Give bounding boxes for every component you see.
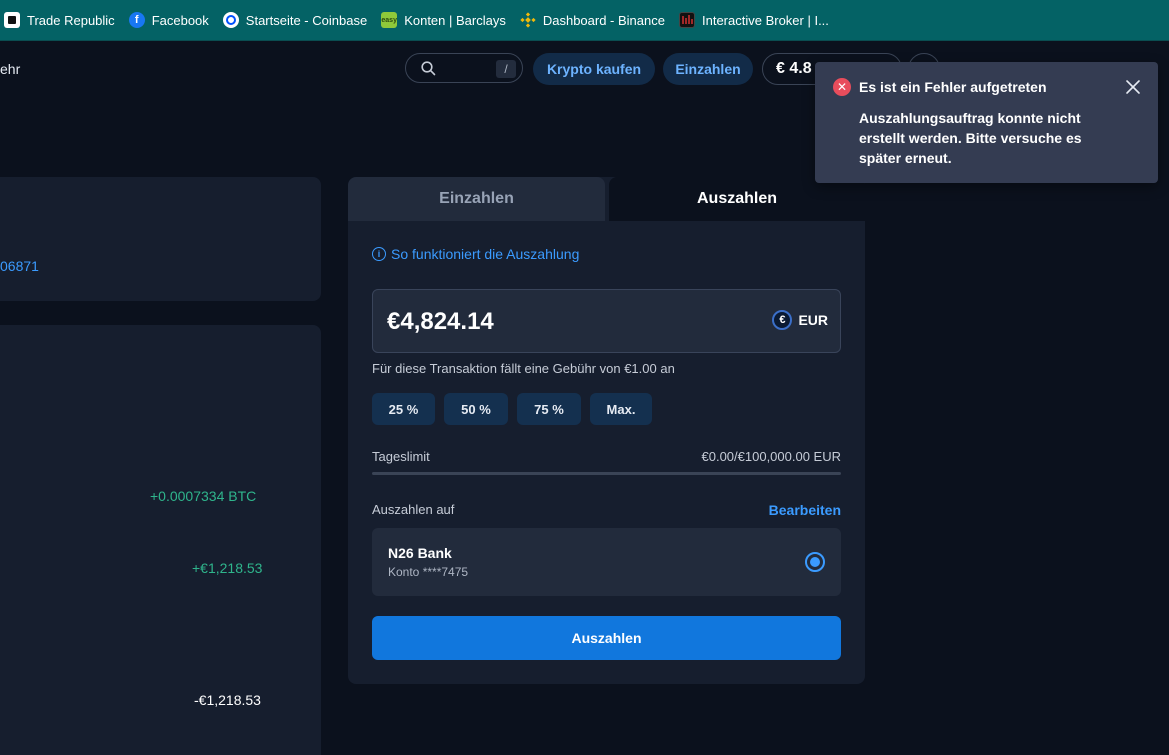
bookmark-barclays[interactable]: easy Konten | Barclays <box>375 0 514 40</box>
fee-note: Für diese Transaktion fällt eine Gebühr … <box>372 361 675 376</box>
bookmark-trade-republic[interactable]: Trade Republic <box>0 0 123 40</box>
bookmarks-bar: Trade Republic f Facebook Startseite - C… <box>0 0 1169 41</box>
btc-change-value: +0.0007334 BTC <box>150 488 257 504</box>
bank-account-number: Konto ****7475 <box>388 565 469 579</box>
account-id-link[interactable]: 06871 <box>0 258 39 274</box>
error-toast: ✕ Es ist ein Fehler aufgetreten Auszahlu… <box>815 62 1158 183</box>
toast-title: Es ist ein Fehler aufgetreten <box>859 79 1047 95</box>
edit-button[interactable]: Bearbeiten <box>769 502 841 518</box>
search-input[interactable]: / <box>405 53 523 83</box>
close-icon[interactable] <box>1124 78 1142 96</box>
bank-name: N26 Bank <box>388 545 452 561</box>
currency-label: EUR <box>798 312 828 328</box>
coinbase-icon <box>222 12 239 28</box>
account-panel <box>0 177 321 301</box>
info-icon: i <box>372 247 386 261</box>
amount-input[interactable]: €4,824.14 € EUR <box>372 289 841 353</box>
withdraw-card: Einzahlen Auszahlen i So funktioniert di… <box>348 177 865 684</box>
trade-republic-icon <box>4 12 20 28</box>
nav-item-partial[interactable]: ehr <box>0 61 20 77</box>
info-link-label: So funktioniert die Auszahlung <box>391 246 580 262</box>
percent-75-button[interactable]: 75 % <box>517 393 581 425</box>
withdraw-submit-button[interactable]: Auszahlen <box>372 616 841 660</box>
tab-withdraw[interactable]: Auszahlen <box>609 177 865 221</box>
currency-selector[interactable]: € EUR <box>772 310 828 330</box>
how-withdrawal-works-link[interactable]: i So funktioniert die Auszahlung <box>372 246 579 262</box>
facebook-icon: f <box>128 12 145 28</box>
daily-limit-value: €0.00/€100,000.00 EUR <box>701 449 842 464</box>
binance-icon <box>520 12 536 28</box>
bookmark-label: Dashboard - Binance <box>542 12 665 28</box>
bank-account-option[interactable]: N26 Bank Konto ****7475 <box>372 528 841 596</box>
percent-25-button[interactable]: 25 % <box>372 393 435 425</box>
bookmark-label: Konten | Barclays <box>404 12 506 28</box>
bookmark-coinbase[interactable]: Startseite - Coinbase <box>217 0 375 40</box>
eur-debit-value: -€1,218.53 <box>194 692 261 708</box>
amount-value: €4,824.14 <box>387 308 494 335</box>
withdraw-to-label: Auszahlen auf <box>372 502 455 517</box>
percent-50-button[interactable]: 50 % <box>444 393 508 425</box>
barclays-icon: easy <box>381 12 398 28</box>
euro-icon: € <box>772 310 793 330</box>
eur-change-value: +€1,218.53 <box>192 560 263 576</box>
transactions-panel <box>0 325 321 755</box>
search-icon <box>421 61 436 81</box>
search-shortcut-key: / <box>496 60 516 78</box>
toast-message: Auszahlungsauftrag konnte nicht erstellt… <box>859 110 1082 166</box>
bookmark-label: Facebook <box>151 12 209 28</box>
bookmark-label: Trade Republic <box>27 12 115 28</box>
bookmark-label: Startseite - Coinbase <box>245 12 368 28</box>
bookmark-label: Interactive Broker | I... <box>701 12 829 28</box>
balance-value: € 4.8 <box>776 60 812 77</box>
daily-limit-bar <box>372 472 841 475</box>
daily-limit-label: Tageslimit <box>372 449 430 464</box>
bookmark-facebook[interactable]: f Facebook <box>123 0 217 40</box>
error-icon: ✕ <box>833 78 851 96</box>
bank-radio-selected[interactable] <box>805 552 825 572</box>
buy-crypto-button[interactable]: Krypto kaufen <box>533 53 655 85</box>
max-button[interactable]: Max. <box>590 393 652 425</box>
bookmark-binance[interactable]: Dashboard - Binance <box>514 0 673 40</box>
tab-deposit[interactable]: Einzahlen <box>348 177 605 221</box>
deposit-button[interactable]: Einzahlen <box>663 53 753 85</box>
bookmark-interactive-brokers[interactable]: Interactive Broker | I... <box>673 0 837 40</box>
interactive-brokers-icon <box>678 12 695 28</box>
